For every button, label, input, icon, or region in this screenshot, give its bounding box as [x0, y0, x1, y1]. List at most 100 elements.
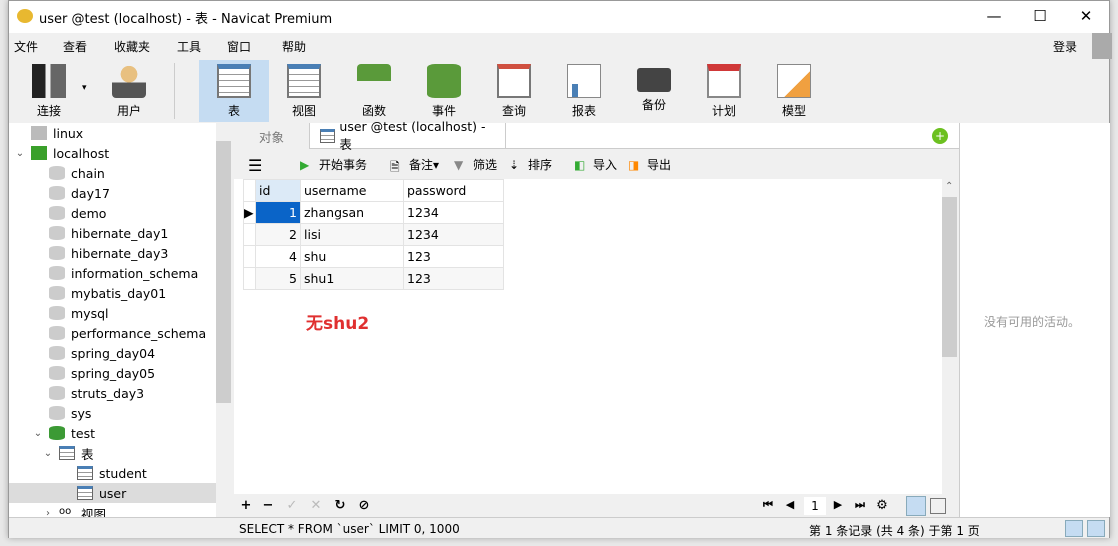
avatar[interactable] [1092, 33, 1112, 59]
column-header-id[interactable]: id [255, 179, 301, 202]
cell-username[interactable]: shu1 [300, 267, 404, 290]
chevron-down-icon[interactable]: ⌄ [41, 448, 55, 459]
menu-hamburger-icon[interactable]: ☰ [248, 156, 262, 175]
close-button[interactable]: ✕ [1063, 1, 1109, 31]
column-header-username[interactable]: username [300, 179, 404, 202]
toolbar-event-button[interactable]: 事件 [409, 60, 479, 122]
row-indicator[interactable] [243, 223, 256, 246]
prev-page-icon[interactable]: ◀ [782, 498, 798, 511]
grid-view-icon[interactable] [906, 496, 926, 516]
toolbar-backup-button[interactable]: 备份 [619, 60, 689, 122]
cell-id[interactable]: 4 [255, 245, 301, 268]
refresh-icon[interactable]: ↻ [332, 498, 348, 513]
login-link[interactable]: 登录 [1053, 38, 1077, 55]
page-input[interactable]: 1 [804, 497, 826, 515]
settings-icon[interactable]: ⚙ [874, 498, 890, 513]
grid-scroll-thumb[interactable] [942, 197, 957, 357]
tree-item-user[interactable]: user [9, 483, 216, 503]
tree-item-spring_day04[interactable]: spring_day04 [9, 343, 216, 363]
tree-item-localhost[interactable]: ⌄ localhost [9, 143, 216, 163]
menu-help[interactable]: 帮助 [282, 38, 306, 55]
discard-icon[interactable]: ✕ [308, 498, 324, 513]
last-page-icon[interactable]: ⏭ [852, 498, 868, 512]
form-view-icon[interactable] [930, 498, 946, 514]
stop-icon[interactable]: ⊘ [356, 498, 372, 513]
minimize-button[interactable]: — [971, 1, 1017, 31]
tree-item-chain[interactable]: chain [9, 163, 216, 183]
first-page-icon[interactable]: ⏮ [760, 498, 776, 512]
toolbar-table-button[interactable]: 表 [199, 60, 269, 122]
tree-item-mybatis_day01[interactable]: mybatis_day01 [9, 283, 216, 303]
export-button[interactable]: ◨ 导出 [628, 156, 671, 173]
chevron-down-icon[interactable]: ⌄ [31, 428, 45, 439]
sidebar-scrollbar[interactable] [216, 123, 231, 517]
toolbar-function-button[interactable]: 函数 [339, 60, 409, 122]
cell-username[interactable]: zhangsan [300, 201, 404, 224]
scroll-up-icon[interactable]: ⌃ [945, 181, 953, 192]
tree-item-mysql[interactable]: mysql [9, 303, 216, 323]
tree-item-表[interactable]: ⌄ 表 [9, 443, 216, 463]
tree-item-day17[interactable]: day17 [9, 183, 216, 203]
cell-password[interactable]: 1234 [403, 201, 504, 224]
tree-item-sys[interactable]: sys [9, 403, 216, 423]
table-row[interactable]: 2 lisi 1234 [243, 223, 504, 246]
cell-id[interactable]: 1 [255, 201, 301, 224]
toolbar-user-button[interactable]: 用户 [94, 60, 164, 122]
row-indicator[interactable]: ▶ [243, 201, 256, 224]
cell-username[interactable]: shu [300, 245, 404, 268]
tab-objects[interactable]: 对象 [234, 123, 309, 149]
sidebar-scroll-thumb[interactable] [216, 141, 231, 403]
maximize-button[interactable]: ☐ [1017, 1, 1063, 31]
new-tab-icon[interactable]: + [932, 128, 948, 144]
tree-item-linux[interactable]: linux [9, 123, 216, 143]
tree-item-spring_day05[interactable]: spring_day05 [9, 363, 216, 383]
sort-button[interactable]: ⇣ 排序 [509, 156, 552, 173]
cell-id[interactable]: 2 [255, 223, 301, 246]
delete-record-icon[interactable]: − [260, 498, 276, 513]
apply-icon[interactable]: ✓ [284, 498, 300, 513]
tree-item-hibernate_day3[interactable]: hibernate_day3 [9, 243, 216, 263]
begin-transaction-button[interactable]: ▶ 开始事务 [300, 156, 367, 173]
toolbar-connection-button[interactable]: 连接 [14, 60, 84, 122]
import-button[interactable]: ◧ 导入 [574, 156, 617, 173]
chevron-down-icon[interactable]: ⌄ [13, 148, 27, 159]
table-row[interactable]: 4 shu 123 [243, 245, 504, 268]
tree-item-performance_schema[interactable]: performance_schema [9, 323, 216, 343]
table-row[interactable]: ▶ 1 zhangsan 1234 [243, 201, 504, 224]
cell-password[interactable]: 123 [403, 245, 504, 268]
table-row[interactable]: 5 shu1 123 [243, 267, 504, 290]
menu-favorites[interactable]: 收藏夹 [114, 38, 150, 55]
cell-username[interactable]: lisi [300, 223, 404, 246]
menu-file[interactable]: 文件 [14, 38, 38, 55]
tab-user-table[interactable]: user @test (localhost) - 表 [309, 119, 506, 152]
filter-button[interactable]: ▼ 筛选 [454, 156, 497, 173]
menu-window[interactable]: 窗口 [227, 38, 251, 55]
connection-dropdown-icon[interactable]: ▾ [82, 83, 87, 93]
menu-view[interactable]: 查看 [63, 38, 87, 55]
tree-item-demo[interactable]: demo [9, 203, 216, 223]
memo-button[interactable]: 🗎 备注 ▾ [390, 156, 439, 174]
toolbar-view-button[interactable]: 视图 [269, 60, 339, 122]
toolbar-model-button[interactable]: 模型 [759, 60, 829, 122]
tree-item-information_schema[interactable]: information_schema [9, 263, 216, 283]
next-page-icon[interactable]: ▶ [830, 498, 846, 511]
cell-password[interactable]: 1234 [403, 223, 504, 246]
tree-item-test[interactable]: ⌄ test [9, 423, 216, 443]
toolbar-query-button[interactable]: 查询 [479, 60, 549, 122]
toolbar-schedule-button[interactable]: 计划 [689, 60, 759, 122]
tree-item-struts_day3[interactable]: struts_day3 [9, 383, 216, 403]
panel-toggle-icon[interactable] [1087, 520, 1105, 537]
column-header-password[interactable]: password [403, 179, 504, 202]
tree-item-视图[interactable]: › oo 视图 [9, 503, 216, 517]
menu-tools[interactable]: 工具 [177, 38, 201, 55]
row-indicator[interactable] [243, 267, 256, 290]
tree-item-student[interactable]: student [9, 463, 216, 483]
grid-scrollbar[interactable]: ⌃ [942, 179, 957, 494]
add-record-icon[interactable]: + [238, 498, 254, 513]
cell-id[interactable]: 5 [255, 267, 301, 290]
tree-item-hibernate_day1[interactable]: hibernate_day1 [9, 223, 216, 243]
chevron-right-icon[interactable]: › [41, 508, 55, 518]
row-indicator[interactable] [243, 245, 256, 268]
toolbar-report-button[interactable]: 报表 [549, 60, 619, 122]
layout-toggle-icon[interactable] [1065, 520, 1083, 537]
